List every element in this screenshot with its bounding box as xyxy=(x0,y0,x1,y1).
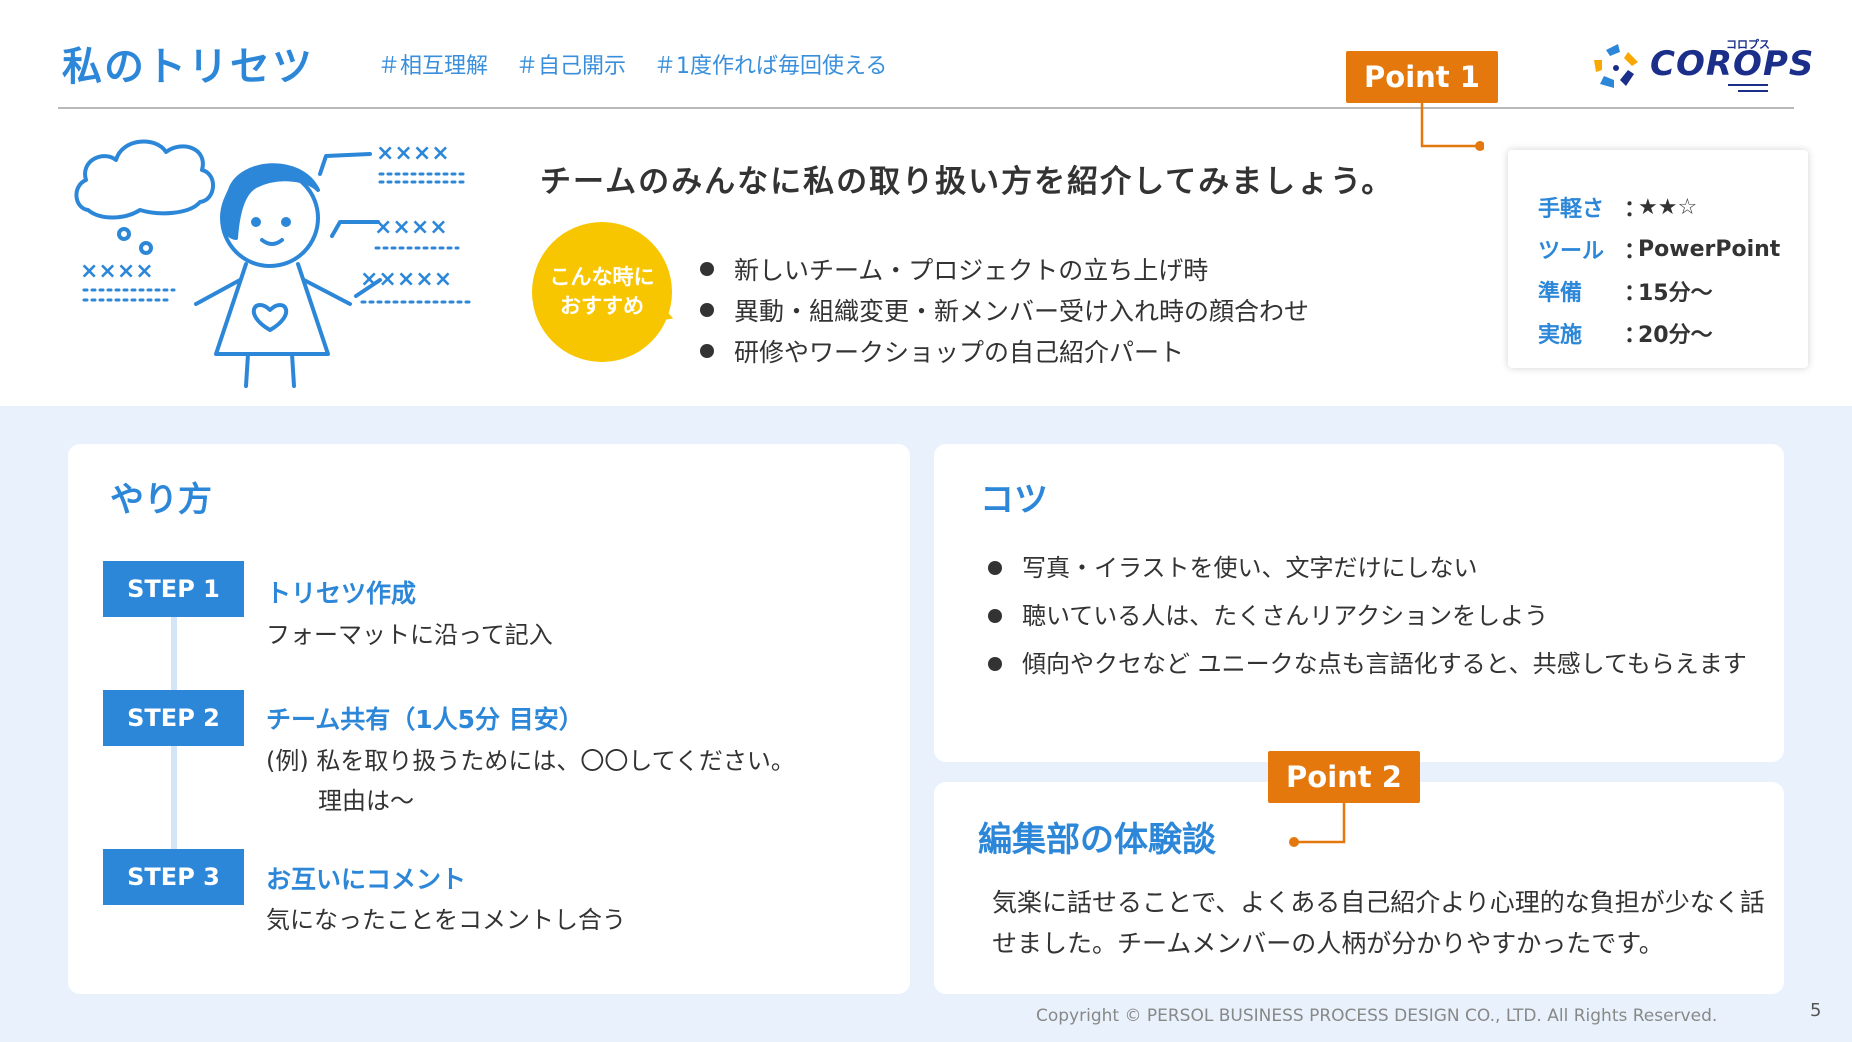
point-1-badge: Point 1 xyxy=(1346,51,1498,103)
info-row: 準備 ： 15分〜 xyxy=(1538,270,1808,312)
experience-text: 気楽に話せることで、よくある自己紹介より心理的な負担が少なく話せました。チームメ… xyxy=(992,888,1765,958)
info-colon: ： xyxy=(1624,197,1647,222)
info-colon: ： xyxy=(1624,323,1647,348)
recommend-bubble: こんな時に おすすめ xyxy=(532,222,672,362)
bullet-icon xyxy=(988,657,1002,671)
logo-underline xyxy=(1738,90,1768,92)
info-card: 手軽さ ： ★★☆ ツール ： PowerPoint 準備 ： 15分〜 実施 … xyxy=(1508,150,1808,368)
slide: 私のトリセツ ＃相互理解 ＃自己開示 ＃1度作れば毎回使える コロプス CORO… xyxy=(0,0,1852,1042)
step-2-badge: STEP 2 xyxy=(103,690,244,746)
corops-logo: コロプス COROPS xyxy=(1588,36,1813,96)
title-divider xyxy=(58,107,1794,109)
method-heading: やり方 xyxy=(110,480,212,520)
woman-illustration: ×××× ×××× ××××× ×××× xyxy=(74,139,476,388)
lead-text: チームのみんなに私の取り扱い方を紹介してみましょう。 xyxy=(540,164,1395,200)
info-label: 手軽さ xyxy=(1538,197,1605,222)
page-title: 私のトリセツ xyxy=(62,44,314,90)
info-value: PowerPoint xyxy=(1638,236,1781,262)
rating-stars: ★★☆ xyxy=(1638,194,1698,220)
info-label: ツール xyxy=(1538,239,1605,264)
step-3-badge: STEP 3 xyxy=(103,849,244,905)
list-item: 新しいチーム・プロジェクトの立ち上げ時 xyxy=(700,248,1309,289)
step-1-badge: STEP 1 xyxy=(103,561,244,617)
copyright: Copyright © PERSOL BUSINESS PROCESS DESI… xyxy=(1036,1006,1718,1026)
logo-mark-icon xyxy=(1594,44,1638,88)
info-colon: ： xyxy=(1624,239,1647,264)
recommendation-list: 新しいチーム・プロジェクトの立ち上げ時 異動・組織変更・新メンバー受け入れ時の顔… xyxy=(700,248,1309,371)
info-colon: ： xyxy=(1624,281,1647,306)
point-1-connector xyxy=(1420,102,1484,151)
placeholder-xs: ×××× xyxy=(80,259,154,284)
hashtag: ＃1度作れば毎回使える xyxy=(654,54,888,79)
point-2-badge: Point 2 xyxy=(1268,751,1420,803)
list-item: 異動・組織変更・新メンバー受け入れ時の顔合わせ xyxy=(700,289,1309,330)
bullet-icon xyxy=(988,561,1002,575)
hashtag: ＃相互理解 xyxy=(378,54,489,79)
tips-list: 写真・イラストを使い、文字だけにしない 聴いている人は、たくさんリアクションをし… xyxy=(988,548,1778,692)
tips-heading: コツ xyxy=(980,480,1048,520)
info-row: ツール ： PowerPoint xyxy=(1538,228,1808,270)
step-2-desc: (例) 私を取り扱うためには、〇〇してください。 理由は〜 xyxy=(266,747,795,815)
info-value: 15分〜 xyxy=(1638,281,1713,306)
placeholder-xs: ×××× xyxy=(374,215,448,240)
info-row: 手軽さ ： ★★☆ xyxy=(1538,186,1808,228)
bullet-icon xyxy=(700,343,714,358)
step-2-title: チーム共有（1人5分 目安） xyxy=(266,705,584,734)
bullet-icon xyxy=(700,302,714,317)
list-item: 研修やワークショップの自己紹介パート xyxy=(700,330,1309,371)
list-item: 聴いている人は、たくさんリアクションをしよう xyxy=(988,596,1778,636)
step-1-desc: フォーマットに沿って記入 xyxy=(266,621,553,649)
hashtag-list: ＃相互理解 ＃自己開示 ＃1度作れば毎回使える xyxy=(378,48,887,80)
step-1-title: トリセツ作成 xyxy=(266,579,417,608)
bubble-line: こんな時に xyxy=(549,264,655,289)
bullet-icon xyxy=(988,609,1002,623)
logo-underline xyxy=(1728,84,1768,86)
info-row: 実施 ： 20分〜 xyxy=(1538,312,1808,354)
placeholder-xs: ××××× xyxy=(360,267,452,292)
logo-text: COROPS xyxy=(1650,44,1815,84)
step-3-title: お互いにコメント xyxy=(266,865,467,894)
page-number: 5 xyxy=(1810,1000,1822,1021)
info-value: 20分〜 xyxy=(1638,323,1713,348)
point-2-connector xyxy=(1289,802,1346,847)
step-3-desc: 気になったことをコメントし合う xyxy=(266,906,626,934)
hashtag: ＃自己開示 xyxy=(516,54,627,79)
experience-heading: 編集部の体験談 xyxy=(978,820,1216,860)
placeholder-xs: ×××× xyxy=(376,141,450,166)
list-item: 傾向やクセなど ユニークな点も言語化すると、共感してもらえます xyxy=(988,644,1778,684)
bubble-line: おすすめ xyxy=(560,294,644,318)
bullet-icon xyxy=(700,261,714,276)
list-item: 写真・イラストを使い、文字だけにしない xyxy=(988,548,1778,588)
info-label: 準備 xyxy=(1538,281,1583,306)
info-label: 実施 xyxy=(1538,323,1583,348)
